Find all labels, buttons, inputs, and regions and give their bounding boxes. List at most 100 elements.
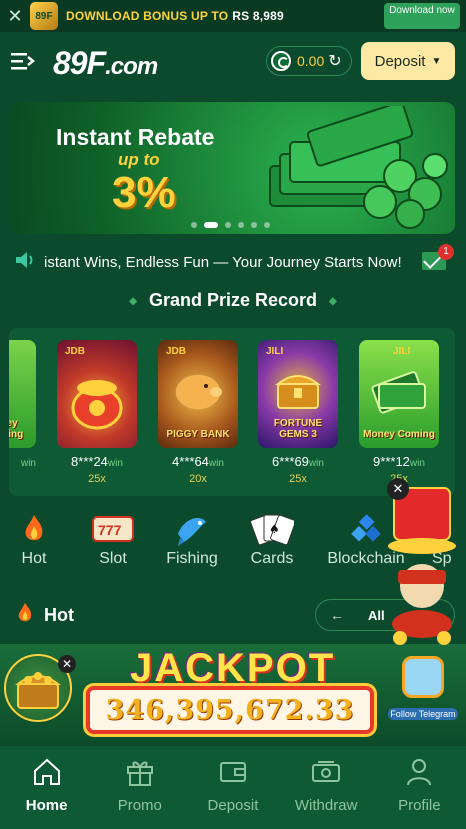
wallet-balance[interactable]: 0.00 ↻ (266, 46, 352, 76)
banner-subtitle: up to (118, 150, 160, 169)
prize-card[interactable]: Money Coming win (9, 340, 36, 469)
nav-label: Promo (117, 797, 162, 814)
grand-prize-panel: Money Coming win JDB 8***24win 25x JDB P… (9, 328, 455, 496)
telegram-icon (402, 656, 444, 698)
money-stack-icon (371, 371, 426, 414)
brand-logo[interactable]: 89F.com (53, 44, 158, 82)
game-thumbnail: JILI Money Coming (359, 340, 439, 448)
close-icon[interactable]: ✕ (58, 655, 76, 673)
svg-text:♠: ♠ (269, 522, 280, 536)
category-cards[interactable]: ♠ Cards (249, 512, 295, 568)
prize-username: 8***24 (71, 454, 108, 469)
prize-card[interactable]: JDB PIGGY BANK 4***64win 20x (158, 340, 238, 485)
caret-down-icon: ▼ (431, 55, 442, 67)
prize-multiplier: 20x (189, 473, 207, 485)
cash-stack-illustration (269, 106, 448, 229)
download-bonus-amount: RS 8,989 (232, 9, 284, 23)
red-envelope-promo[interactable] (380, 478, 466, 648)
menu-icon[interactable] (11, 52, 36, 75)
nav-label: Withdraw (294, 797, 358, 814)
win-label: win (107, 458, 123, 469)
prize-multiplier: 25x (289, 473, 307, 485)
fish-icon (164, 512, 220, 546)
category-label: Cards (250, 550, 294, 567)
prize-user: 4***64win (158, 454, 238, 469)
carousel-dot[interactable] (191, 222, 197, 228)
nav-promo[interactable]: Promo (93, 746, 186, 829)
diamond-icon: ◆ (129, 295, 137, 307)
promo-banner[interactable]: Instant Rebate up to 3% (10, 102, 455, 234)
balance-value: 0.00 (297, 53, 325, 69)
nav-withdraw[interactable]: Withdraw (280, 746, 373, 829)
deposit-button-label: Deposit (374, 52, 426, 70)
win-label: win (409, 458, 425, 469)
nav-profile[interactable]: Profile (373, 746, 466, 829)
treasure-chest-icon (275, 375, 321, 409)
hot-section-label: Hot (44, 605, 74, 625)
telegram-label: Follow Telegram (388, 708, 458, 720)
brand-suffix: .com (105, 52, 158, 80)
prize-username: 4***64 (172, 454, 209, 469)
game-name: FORTUNE GEMS 3 (273, 418, 323, 440)
nav-label: Profile (398, 797, 441, 814)
prize-card[interactable]: JILI FORTUNE GEMS 3 6***69win 25x (258, 340, 338, 485)
grand-prize-title-text: Grand Prize Record (148, 290, 318, 310)
grand-prize-title: ◆ Grand Prize Record ◆ (0, 290, 466, 311)
announcement-marquee: istant Wins, Endless Fun — Your Journey … (0, 244, 466, 280)
home-icon (0, 756, 93, 788)
nav-label: Deposit (207, 797, 259, 814)
close-icon[interactable]: ✕ (387, 478, 409, 500)
prize-username: 6***69 (272, 454, 309, 469)
mail-badge: 1 (438, 244, 454, 260)
download-bonus-text: DOWNLOAD BONUS UP TO RS 8,989 (66, 9, 284, 23)
diamond-icon: ◆ (329, 295, 337, 307)
jackpot-title: JACKPOT (130, 646, 336, 690)
provider-logo: JDB (166, 346, 187, 357)
download-bonus-label: DOWNLOAD BONUS UP TO (66, 9, 229, 23)
win-label: win (208, 458, 224, 469)
carousel-dot[interactable] (238, 222, 244, 228)
wallet-icon (186, 756, 279, 788)
carousel-dot[interactable] (251, 222, 257, 228)
win-label: win (20, 458, 36, 469)
profile-icon (373, 756, 466, 788)
refresh-icon[interactable]: ↻ (328, 51, 341, 71)
prize-multiplier: 25x (88, 473, 106, 485)
gold-pot-icon (71, 380, 123, 430)
arrow-left-icon[interactable]: ← (316, 607, 358, 623)
marquee-text: istant Wins, Endless Fun — Your Journey … (44, 253, 402, 271)
brand-name: 89F (53, 44, 106, 81)
carousel-dot[interactable] (264, 222, 270, 228)
category-slot[interactable]: 777 Slot (90, 512, 136, 568)
carousel-dots (191, 222, 270, 228)
flame-icon (14, 512, 54, 546)
red-envelope-icon (388, 487, 456, 645)
prize-user: 9***12win (359, 454, 439, 469)
piggy-icon (175, 374, 222, 410)
win-label: win (308, 458, 324, 469)
category-label: Fishing (166, 550, 218, 567)
carousel-dot[interactable] (225, 222, 231, 228)
carousel-dot-active[interactable] (204, 222, 218, 228)
cards-icon: ♠ (249, 512, 295, 546)
game-name: PIGGY BANK (166, 429, 230, 440)
download-now-button[interactable]: Download now (384, 3, 460, 29)
nav-home[interactable]: Home (0, 746, 93, 829)
nav-label: Home (25, 797, 68, 814)
gift-icon (93, 756, 186, 788)
svg-text:777: 777 (98, 522, 122, 538)
deposit-button[interactable]: Deposit ▼ (361, 42, 455, 80)
banner-percent: 3% (112, 168, 176, 217)
flame-icon (16, 602, 34, 629)
category-label: Hot (21, 550, 47, 567)
prize-username: 9***12 (373, 454, 410, 469)
prize-card[interactable]: JILI Money Coming 9***12win 25x (359, 340, 439, 485)
category-hot[interactable]: Hot (14, 512, 54, 568)
nav-deposit[interactable]: Deposit (186, 746, 279, 829)
provider-logo: JDB (65, 346, 86, 357)
category-fishing[interactable]: Fishing (164, 512, 220, 568)
prize-card[interactable]: JDB 8***24win 25x (57, 340, 137, 485)
speaker-icon (14, 250, 36, 275)
follow-telegram[interactable]: Follow Telegram (388, 656, 458, 720)
close-icon[interactable]: ✕ (0, 6, 30, 27)
